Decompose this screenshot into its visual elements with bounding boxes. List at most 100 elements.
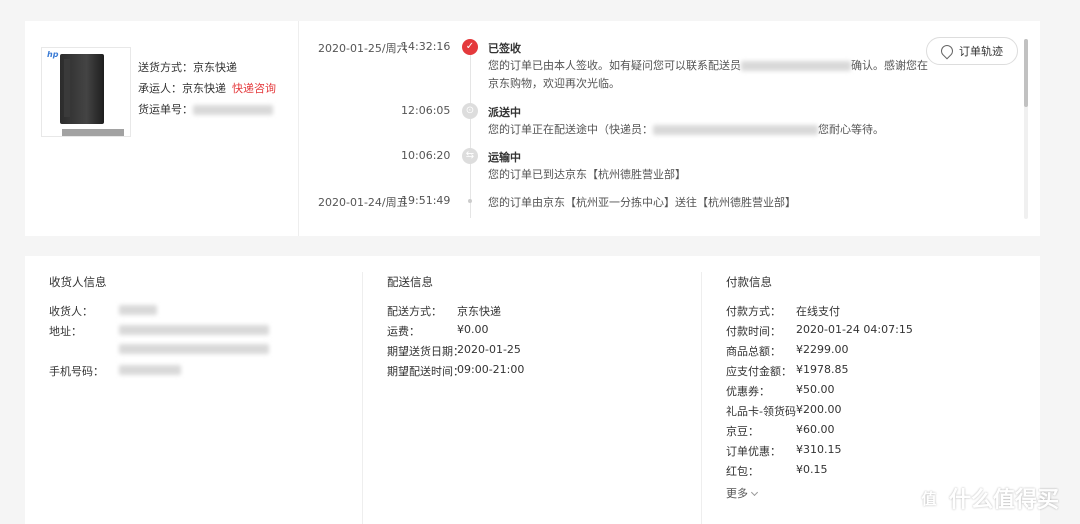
hp-logo: hp [47, 50, 59, 59]
receiver-address-label: 地址： [49, 325, 82, 338]
payment-row: 付款方式： 在线支付 [726, 303, 1026, 323]
location-pin-icon [938, 42, 956, 60]
tracking-timeline: 2020-01-25/周六 14:32:16 ✓ 已签收 您的订单已由本人签收。… [298, 21, 1018, 236]
payment-row: 红包： ¥0.15 [726, 463, 1026, 483]
divider [362, 272, 363, 524]
payment-row-label: 优惠券： [726, 385, 770, 398]
timeline-time: 19:51:49 [401, 194, 451, 207]
payment-row: 优惠券： ¥50.00 [726, 383, 1026, 403]
truck-icon: ⊙ [462, 103, 478, 119]
timeline-time: 10:06:20 [401, 149, 451, 162]
payment-row-value: 2020-01-24 04:07:15 [796, 323, 913, 336]
payment-row-label: 商品总额： [726, 345, 781, 358]
timeline-title: 运输中 [488, 151, 521, 164]
receiver-address-redacted [119, 323, 269, 354]
scrollbar-thumb[interactable] [1024, 39, 1028, 107]
delivery-row: 配送方式： 京东快递 [387, 303, 687, 323]
courier-redacted [653, 125, 818, 135]
order-tracking-card: hp 送货方式：京东快递 承运人：京东快递 快递咨询 货运单号： 2020-01-… [25, 21, 1040, 236]
timeline-time: 12:06:05 [401, 104, 451, 117]
payment-row-label: 礼品卡-领货码 [726, 405, 796, 418]
tracking-number-row: 货运单号： [138, 99, 276, 120]
delivery-row-value: 09:00-21:00 [457, 363, 525, 376]
delivery-row: 期望配送时间： 09:00-21:00 [387, 363, 687, 383]
consult-link[interactable]: 快递咨询 [232, 82, 276, 95]
chevron-down-icon [750, 488, 759, 497]
timeline-line [470, 43, 471, 218]
payment-row-value: ¥200.00 [796, 403, 842, 416]
receiver-phone-redacted [119, 363, 181, 376]
timeline-desc-text: 您的订单已由本人签收。如有疑问您可以联系配送员 [488, 59, 741, 72]
shipping-info: 送货方式：京东快递 承运人：京东快递 快递咨询 货运单号： [138, 57, 276, 120]
payment-row: 应支付金额： ¥1978.85 [726, 363, 1026, 383]
timeline-desc: 您的订单已由本人签收。如有疑问您可以联系配送员 确认。感谢您在 京东购物，欢迎再次… [488, 57, 928, 93]
timeline-title: 派送中 [488, 106, 521, 119]
payment-row-label: 应支付金额： [726, 365, 792, 378]
timeline-scrollbar[interactable] [1024, 39, 1028, 219]
payment-row-value: ¥0.15 [796, 463, 828, 476]
payment-row-value: ¥310.15 [796, 443, 842, 456]
payment-row-label: 订单优惠： [726, 445, 781, 458]
timeline-desc: 您的订单已到达京东【杭州德胜营业部】 [488, 168, 686, 181]
delivery-row-label: 期望配送时间： [387, 365, 464, 378]
more-label: 更多 [726, 487, 748, 500]
receiver-name-redacted [119, 303, 157, 316]
payment-row-label: 付款方式： [726, 305, 781, 318]
desktop-tower-image [60, 54, 104, 124]
receiver-phone-row: 手机号码： [49, 363, 349, 383]
carrier-value: 京东快递 [182, 82, 226, 95]
smzdm-watermark: 值 什么值得买 [915, 482, 1059, 514]
divider [701, 272, 702, 524]
shipping-method-label: 送货方式： [138, 61, 193, 74]
timeline-desc-text: 确认。感谢您在 [851, 59, 928, 72]
watermark-logo-icon: 值 [915, 484, 943, 512]
delivery-heading: 配送信息 [387, 275, 433, 289]
receiver-phone-label: 手机号码： [49, 365, 104, 378]
product-thumbnail[interactable]: hp [41, 47, 131, 137]
courier-redacted [741, 61, 851, 71]
receiver-section: 收货人信息 收货人： 地址： 手机号码： [49, 274, 349, 383]
delivery-row-label: 配送方式： [387, 305, 442, 318]
payment-row-value: ¥60.00 [796, 423, 835, 436]
delivery-row-value: 2020-01-25 [457, 343, 521, 356]
product-caption-strip [62, 129, 124, 136]
order-track-button[interactable]: 订单轨迹 [926, 37, 1018, 65]
timeline-desc-text: 您耐心等待。 [818, 123, 884, 136]
tracking-number-redacted [193, 105, 273, 115]
timeline-desc: 您的订单由京东【杭州亚一分拣中心】送往【杭州德胜营业部】 [488, 196, 796, 209]
receiver-address-row: 地址： [49, 323, 349, 363]
check-icon: ✓ [462, 39, 478, 55]
payment-row: 付款时间： 2020-01-24 04:07:15 [726, 323, 1026, 343]
delivery-row: 期望送货日期： 2020-01-25 [387, 343, 687, 363]
delivery-row-label: 期望送货日期： [387, 345, 464, 358]
tracking-number-label: 货运单号： [138, 103, 193, 116]
payment-row-value: ¥1978.85 [796, 363, 849, 376]
shipping-method-value: 京东快递 [193, 61, 237, 74]
receiver-name-label: 收货人： [49, 305, 93, 318]
delivery-section: 配送信息 配送方式： 京东快递 运费： ¥0.00 期望送货日期： 2020-01-2… [387, 274, 687, 383]
payment-row: 京豆： ¥60.00 [726, 423, 1026, 443]
receiver-name-row: 收货人： [49, 303, 349, 323]
truck-icon: ⇆ [462, 148, 478, 164]
delivery-row: 运费： ¥0.00 [387, 323, 687, 343]
timeline-desc-text: 京东购物，欢迎再次光临。 [488, 77, 620, 90]
carrier-label: 承运人： [138, 82, 182, 95]
payment-row: 商品总额： ¥2299.00 [726, 343, 1026, 363]
payment-row-value: ¥50.00 [796, 383, 835, 396]
timeline-desc-text: 您的订单正在配送途中（快递员： [488, 123, 653, 136]
timeline-title: 已签收 [488, 42, 521, 55]
timeline-time: 14:32:16 [401, 40, 451, 53]
timeline-dot-icon [468, 199, 472, 203]
payment-section: 付款信息 付款方式： 在线支付 付款时间： 2020-01-24 04:07:15 … [726, 274, 1026, 501]
payment-row: 订单优惠： ¥310.15 [726, 443, 1026, 463]
payment-row-value: 在线支付 [796, 305, 840, 318]
payment-heading: 付款信息 [726, 275, 772, 289]
watermark-text: 什么值得买 [949, 488, 1060, 513]
delivery-row-value: ¥0.00 [457, 323, 489, 336]
payment-row-label: 付款时间： [726, 325, 781, 338]
payment-row-value: ¥2299.00 [796, 343, 849, 356]
payment-row-label: 京豆： [726, 425, 759, 438]
order-track-label: 订单轨迹 [959, 45, 1003, 58]
shipping-method-row: 送货方式：京东快递 [138, 57, 276, 78]
payment-row-label: 红包： [726, 465, 759, 478]
